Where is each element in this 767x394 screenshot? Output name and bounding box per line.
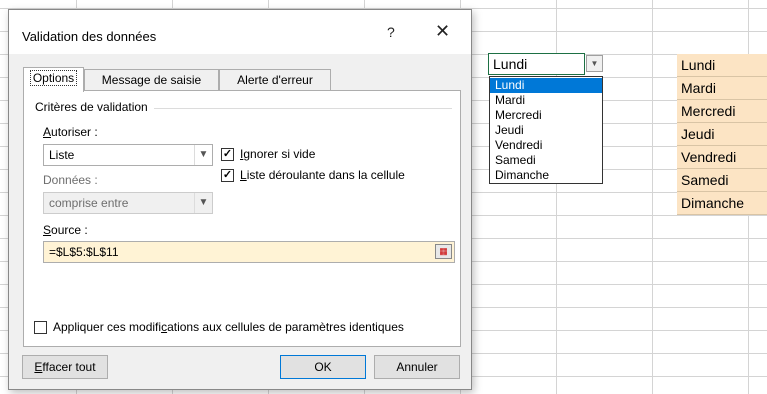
cell-l5[interactable]: Lundi (677, 54, 767, 77)
validation-dropdown-list: Lundi Mardi Mercredi Jeudi Vendredi Same… (489, 76, 603, 184)
options-panel: Critères de validation Autoriser : Liste… (23, 90, 461, 347)
dropdown-option-mercredi[interactable]: Mercredi (490, 108, 602, 123)
source-value: =$L$5:$L$11 (49, 245, 119, 259)
autoriser-label: Autoriser : (43, 125, 98, 139)
cell-l11[interactable]: Dimanche (677, 192, 767, 215)
cell-l6[interactable]: Mardi (677, 77, 767, 100)
active-cell[interactable]: Lundi (488, 53, 585, 75)
annuler-button[interactable]: Annuler (374, 355, 460, 379)
dropdown-option-jeudi[interactable]: Jeudi (490, 123, 602, 138)
liste-deroulante-label: Liste déroulante dans la cellule (240, 168, 405, 182)
autoriser-select[interactable]: Liste ▼ (43, 144, 213, 166)
appliquer-checkbox[interactable] (34, 321, 47, 334)
tab-message-de-saisie[interactable]: Message de saisie (84, 69, 219, 90)
criteria-group-label: Critères de validation (35, 100, 152, 114)
help-button[interactable]: ? (387, 24, 395, 40)
validation-dropdown-button[interactable]: ▼ (586, 55, 603, 72)
dropdown-option-dimanche[interactable]: Dimanche (490, 168, 602, 183)
liste-deroulante-checkbox[interactable]: ✓ (221, 169, 234, 182)
dropdown-option-mardi[interactable]: Mardi (490, 93, 602, 108)
close-button[interactable]: ✕ (435, 21, 450, 42)
donnees-label: Données : (43, 173, 98, 187)
tab-options-label: Options (29, 70, 78, 86)
dropdown-option-lundi[interactable]: Lundi (490, 78, 602, 93)
cell-l9[interactable]: Vendredi (677, 146, 767, 169)
donnees-value: comprise entre (49, 196, 129, 210)
group-divider (154, 108, 452, 109)
cell-l10[interactable]: Samedi (677, 169, 767, 192)
donnees-select: comprise entre ▼ (43, 192, 213, 214)
ignorer-si-vide-checkbox[interactable]: ✓ (221, 148, 234, 161)
source-label: Source : (43, 223, 88, 237)
ignorer-si-vide-label: Ignorer si vide (240, 147, 316, 161)
tab-options[interactable]: Options (23, 67, 84, 92)
autoriser-label-text: utoriser : (51, 125, 98, 139)
chevron-down-icon[interactable]: ▼ (194, 145, 212, 165)
effacer-tout-button[interactable]: Effacer tout (22, 355, 108, 379)
tab-alerte-erreur[interactable]: Alerte d'erreur (219, 69, 331, 90)
appliquer-label: Appliquer ces modifications aux cellules… (53, 320, 404, 334)
autoriser-value: Liste (49, 148, 75, 162)
source-input[interactable]: =$L$5:$L$11 ▦ (43, 241, 455, 263)
data-validation-dialog: Validation des données ? ✕ Options Messa… (8, 9, 472, 390)
dropdown-option-vendredi[interactable]: Vendredi (490, 138, 602, 153)
range-selector-icon[interactable]: ▦ (435, 244, 452, 259)
cell-l7[interactable]: Mercredi (677, 100, 767, 123)
ok-button[interactable]: OK (280, 355, 366, 379)
chevron-down-icon: ▼ (194, 193, 212, 213)
dialog-titlebar[interactable]: Validation des données ? ✕ (9, 10, 471, 54)
cell-l8[interactable]: Jeudi (677, 123, 767, 146)
dialog-title: Validation des données (22, 29, 157, 44)
dropdown-option-samedi[interactable]: Samedi (490, 153, 602, 168)
